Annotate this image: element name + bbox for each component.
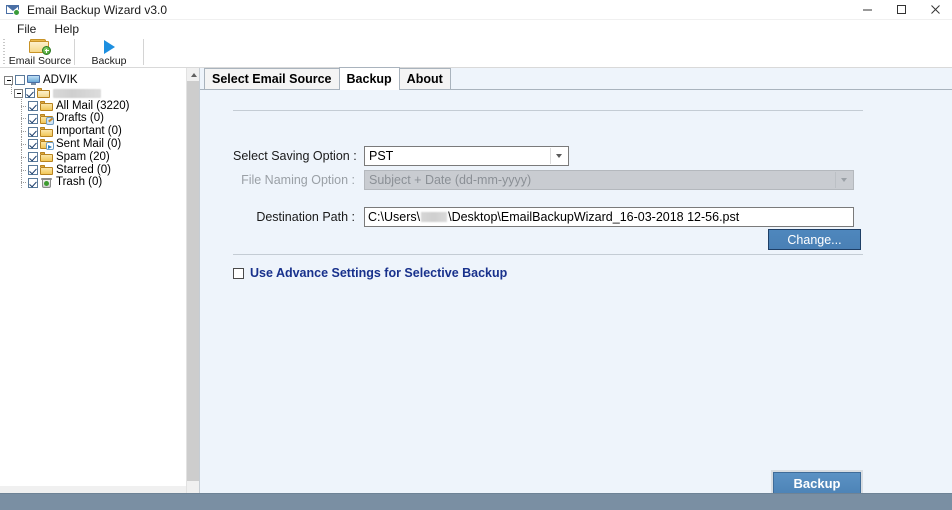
folder-icon bbox=[40, 126, 53, 137]
horizontal-scrollbar[interactable] bbox=[0, 486, 186, 493]
tree-item-account[interactable] bbox=[4, 84, 186, 100]
email-app-icon bbox=[5, 3, 21, 17]
tree-item-label: All Mail (3220) bbox=[56, 99, 130, 112]
backup-button-label: Backup bbox=[793, 476, 841, 491]
toolbar-backup-button[interactable]: Backup bbox=[76, 37, 142, 68]
saving-option-value: PST bbox=[369, 149, 394, 163]
maximize-button[interactable] bbox=[884, 0, 918, 20]
destination-path-row: Destination Path : C:\Users\ \Desktop\Em… bbox=[233, 207, 863, 227]
folder-drafts-icon bbox=[40, 113, 54, 125]
tab-backup[interactable]: Backup bbox=[338, 67, 400, 90]
folder-icon bbox=[40, 152, 53, 163]
checkbox[interactable] bbox=[28, 164, 38, 175]
checkbox[interactable] bbox=[28, 139, 38, 150]
file-naming-option-row: File Naming Option : Subject + Date (dd-… bbox=[233, 170, 863, 190]
window-title: Email Backup Wizard v3.0 bbox=[27, 2, 168, 17]
expander-icon[interactable] bbox=[14, 88, 23, 98]
menu-help[interactable]: Help bbox=[45, 21, 88, 37]
tree-item-label: Drafts (0) bbox=[56, 112, 104, 125]
folder-icon bbox=[40, 100, 53, 111]
tree-item-trash[interactable]: Trash (0) bbox=[4, 175, 186, 190]
tree-item-root[interactable]: ADVIK bbox=[4, 74, 186, 87]
checkbox[interactable] bbox=[28, 126, 38, 137]
toolbar-email-source-label: Email Source bbox=[8, 55, 72, 67]
saving-option-row: Select Saving Option : PST bbox=[233, 146, 863, 166]
folder-sent-icon bbox=[40, 139, 54, 151]
tree-item-drafts[interactable]: Drafts (0) bbox=[4, 111, 186, 126]
toolbar-backup-label: Backup bbox=[91, 55, 127, 67]
toolbar: Email Source Backup bbox=[0, 37, 952, 68]
status-bar bbox=[0, 493, 952, 510]
toolbar-separator-2 bbox=[143, 39, 144, 65]
tab-about[interactable]: About bbox=[398, 68, 451, 89]
tree-item-label: Sent Mail (0) bbox=[56, 137, 122, 150]
advance-settings-row[interactable]: Use Advance Settings for Selective Backu… bbox=[233, 266, 507, 280]
backup-panel: Select Saving Option : PST File Naming O… bbox=[200, 90, 952, 497]
tree-item-account-label-redacted bbox=[53, 88, 101, 98]
tree-item-label: Starred (0) bbox=[56, 163, 111, 176]
title-bar: Email Backup Wizard v3.0 bbox=[0, 0, 952, 20]
saving-option-select[interactable]: PST bbox=[364, 146, 569, 166]
tree-item-label: Trash (0) bbox=[56, 176, 103, 189]
main-content: Select Email Source Backup About Select … bbox=[199, 67, 952, 497]
monitor-icon bbox=[27, 75, 40, 86]
checkbox[interactable] bbox=[15, 75, 25, 86]
tree-item-spam[interactable]: Spam (20) bbox=[4, 149, 186, 164]
destination-path-value-suffix: \Desktop\EmailBackupWizard_16-03-2018 12… bbox=[448, 210, 740, 224]
file-naming-option-select: Subject + Date (dd-mm-yyyy) bbox=[364, 170, 854, 190]
destination-path-label: Destination Path : bbox=[256, 210, 355, 224]
file-naming-option-value: Subject + Date (dd-mm-yyyy) bbox=[369, 173, 532, 187]
toolbar-email-source-button[interactable]: Email Source bbox=[7, 37, 73, 68]
checkbox[interactable] bbox=[28, 113, 38, 124]
trash-icon bbox=[40, 177, 53, 188]
tree-item-label: Important (0) bbox=[56, 125, 122, 138]
tree-item-label: Spam (20) bbox=[56, 150, 110, 163]
tree-item-sent-mail[interactable]: Sent Mail (0) bbox=[4, 137, 186, 151]
expander-icon[interactable] bbox=[4, 75, 13, 85]
checkbox[interactable] bbox=[28, 100, 38, 111]
vertical-scrollbar[interactable] bbox=[186, 68, 200, 493]
open-folder-icon bbox=[37, 88, 50, 99]
divider-bottom bbox=[233, 254, 863, 255]
tree-item-starred[interactable]: Starred (0) bbox=[4, 162, 186, 177]
destination-path-input[interactable]: C:\Users\ \Desktop\EmailBackupWizard_16-… bbox=[364, 207, 854, 227]
advance-settings-label: Use Advance Settings for Selective Backu… bbox=[250, 266, 508, 280]
toolbar-separator bbox=[74, 39, 75, 65]
tree-item-root-label: ADVIK bbox=[43, 74, 78, 86]
tree-item-all-mail[interactable]: All Mail (3220) bbox=[4, 98, 186, 113]
folder-add-icon bbox=[29, 38, 51, 55]
folder-tree-panel: ADVIK All Mail (3220) Drafts (0) Importa… bbox=[0, 68, 186, 493]
redacted-username bbox=[421, 212, 448, 222]
file-naming-option-label: File Naming Option : bbox=[241, 173, 355, 187]
play-icon bbox=[103, 38, 115, 55]
chevron-down-icon bbox=[835, 172, 852, 188]
advance-settings-checkbox[interactable] bbox=[233, 267, 244, 279]
checkbox[interactable] bbox=[28, 177, 38, 188]
window-controls bbox=[850, 0, 952, 20]
app-window: Email Backup Wizard v3.0 File Help Email… bbox=[0, 0, 952, 510]
divider-top bbox=[233, 110, 863, 111]
destination-path-value-prefix: C:\Users\ bbox=[368, 210, 421, 224]
change-button-label: Change... bbox=[787, 232, 842, 247]
close-button[interactable] bbox=[918, 0, 952, 20]
tab-select-email-source[interactable]: Select Email Source bbox=[204, 68, 340, 89]
backup-button[interactable]: Backup bbox=[771, 470, 863, 497]
change-button[interactable]: Change... bbox=[768, 229, 861, 250]
folder-icon bbox=[40, 164, 53, 175]
chevron-down-icon[interactable] bbox=[550, 148, 567, 164]
checkbox[interactable] bbox=[25, 88, 35, 99]
menu-bar: File Help bbox=[0, 20, 952, 37]
menu-file[interactable]: File bbox=[8, 21, 45, 37]
minimize-button[interactable] bbox=[850, 0, 884, 20]
folder-tree: ADVIK All Mail (3220) Drafts (0) Importa… bbox=[0, 68, 186, 190]
tab-strip: Select Email Source Backup About bbox=[200, 67, 952, 90]
tree-item-important[interactable]: Important (0) bbox=[4, 124, 186, 138]
checkbox[interactable] bbox=[28, 152, 38, 163]
saving-option-label: Select Saving Option : bbox=[233, 149, 357, 163]
